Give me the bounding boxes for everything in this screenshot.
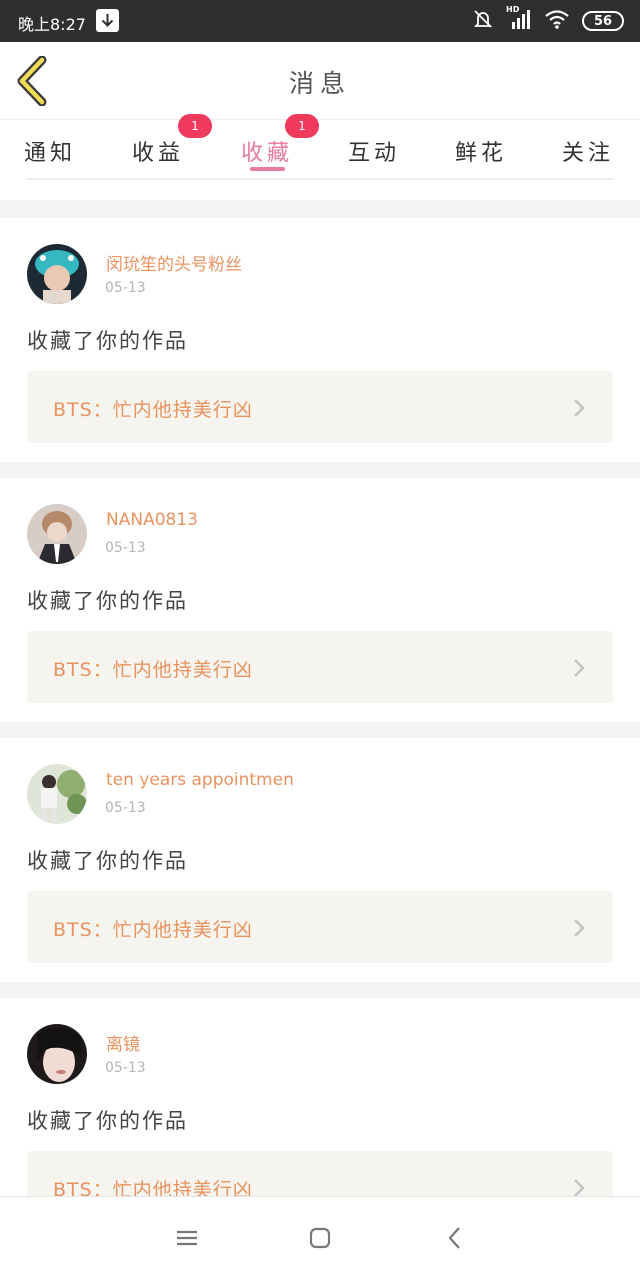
username[interactable]: ten years appointmen — [106, 770, 294, 790]
notification-card: 闵玧笙的头号粉丝 05-13 收藏了你的作品 BTS：忙内他持美行凶 — [0, 218, 640, 462]
menu-button[interactable] — [172, 1223, 202, 1253]
avatar[interactable] — [27, 764, 87, 824]
date: 05-13 — [105, 280, 146, 296]
network-label: HD — [506, 5, 520, 14]
notification-card: ten years appointmen 05-13 收藏了你的作品 BTS：忙… — [0, 738, 640, 982]
avatar[interactable] — [27, 244, 87, 304]
app-header: 消息 — [0, 42, 640, 120]
page-title: 消息 — [288, 69, 351, 98]
tab-interactions[interactable]: 互动 — [329, 130, 419, 178]
work-title: BTS：忙内他持美行凶 — [53, 399, 253, 421]
action-text: 收藏了你的作品 — [27, 329, 188, 353]
download-icon — [96, 9, 119, 32]
chevron-right-icon — [574, 919, 585, 937]
chevron-right-icon — [574, 399, 585, 417]
message-tabs: 通知 收益 收藏 互动 鲜花 关注 — [0, 120, 640, 200]
battery-icon: 56 — [582, 11, 624, 31]
date: 05-13 — [105, 540, 146, 556]
tab-favorites-badge: 1 — [285, 114, 319, 138]
tab-follows[interactable]: 关注 — [543, 130, 633, 178]
date: 05-13 — [105, 1060, 146, 1076]
home-square-icon — [309, 1227, 331, 1249]
system-nav-bar — [0, 1196, 640, 1280]
signal-icon: HD — [506, 5, 532, 34]
username[interactable]: NANA0813 — [106, 510, 198, 530]
chevron-right-icon — [574, 659, 585, 677]
system-back-button[interactable] — [440, 1223, 470, 1253]
action-text: 收藏了你的作品 — [27, 849, 188, 873]
notification-card: NANA0813 05-13 收藏了你的作品 BTS：忙内他持美行凶 — [0, 478, 640, 722]
work-link[interactable]: BTS：忙内他持美行凶 — [27, 631, 613, 703]
tab-earnings-badge: 1 — [178, 114, 212, 138]
status-time: 晚上8:27 — [18, 15, 86, 34]
silent-bell-icon — [472, 8, 494, 34]
work-title: BTS：忙内他持美行凶 — [53, 659, 253, 681]
status-bar: 晚上8:27 HD 56 — [0, 0, 640, 42]
tab-flowers[interactable]: 鲜花 — [436, 130, 526, 178]
home-button[interactable] — [305, 1223, 335, 1253]
tab-notifications[interactable]: 通知 — [5, 130, 95, 178]
tabs-divider — [26, 178, 614, 180]
wifi-icon — [544, 8, 570, 34]
date: 05-13 — [105, 800, 146, 816]
work-title: BTS：忙内他持美行凶 — [53, 919, 253, 941]
menu-icon — [177, 1230, 197, 1246]
action-text: 收藏了你的作品 — [27, 589, 188, 613]
work-link[interactable]: BTS：忙内他持美行凶 — [27, 891, 613, 963]
back-triangle-icon — [448, 1227, 460, 1249]
username[interactable]: 离镜 — [106, 1030, 140, 1055]
active-tab-indicator — [250, 167, 285, 171]
username[interactable]: 闵玧笙的头号粉丝 — [106, 250, 242, 275]
avatar[interactable] — [27, 1024, 87, 1084]
action-text: 收藏了你的作品 — [27, 1109, 188, 1133]
battery-level: 56 — [593, 13, 613, 29]
work-link[interactable]: BTS：忙内他持美行凶 — [27, 371, 613, 443]
avatar[interactable] — [27, 504, 87, 564]
